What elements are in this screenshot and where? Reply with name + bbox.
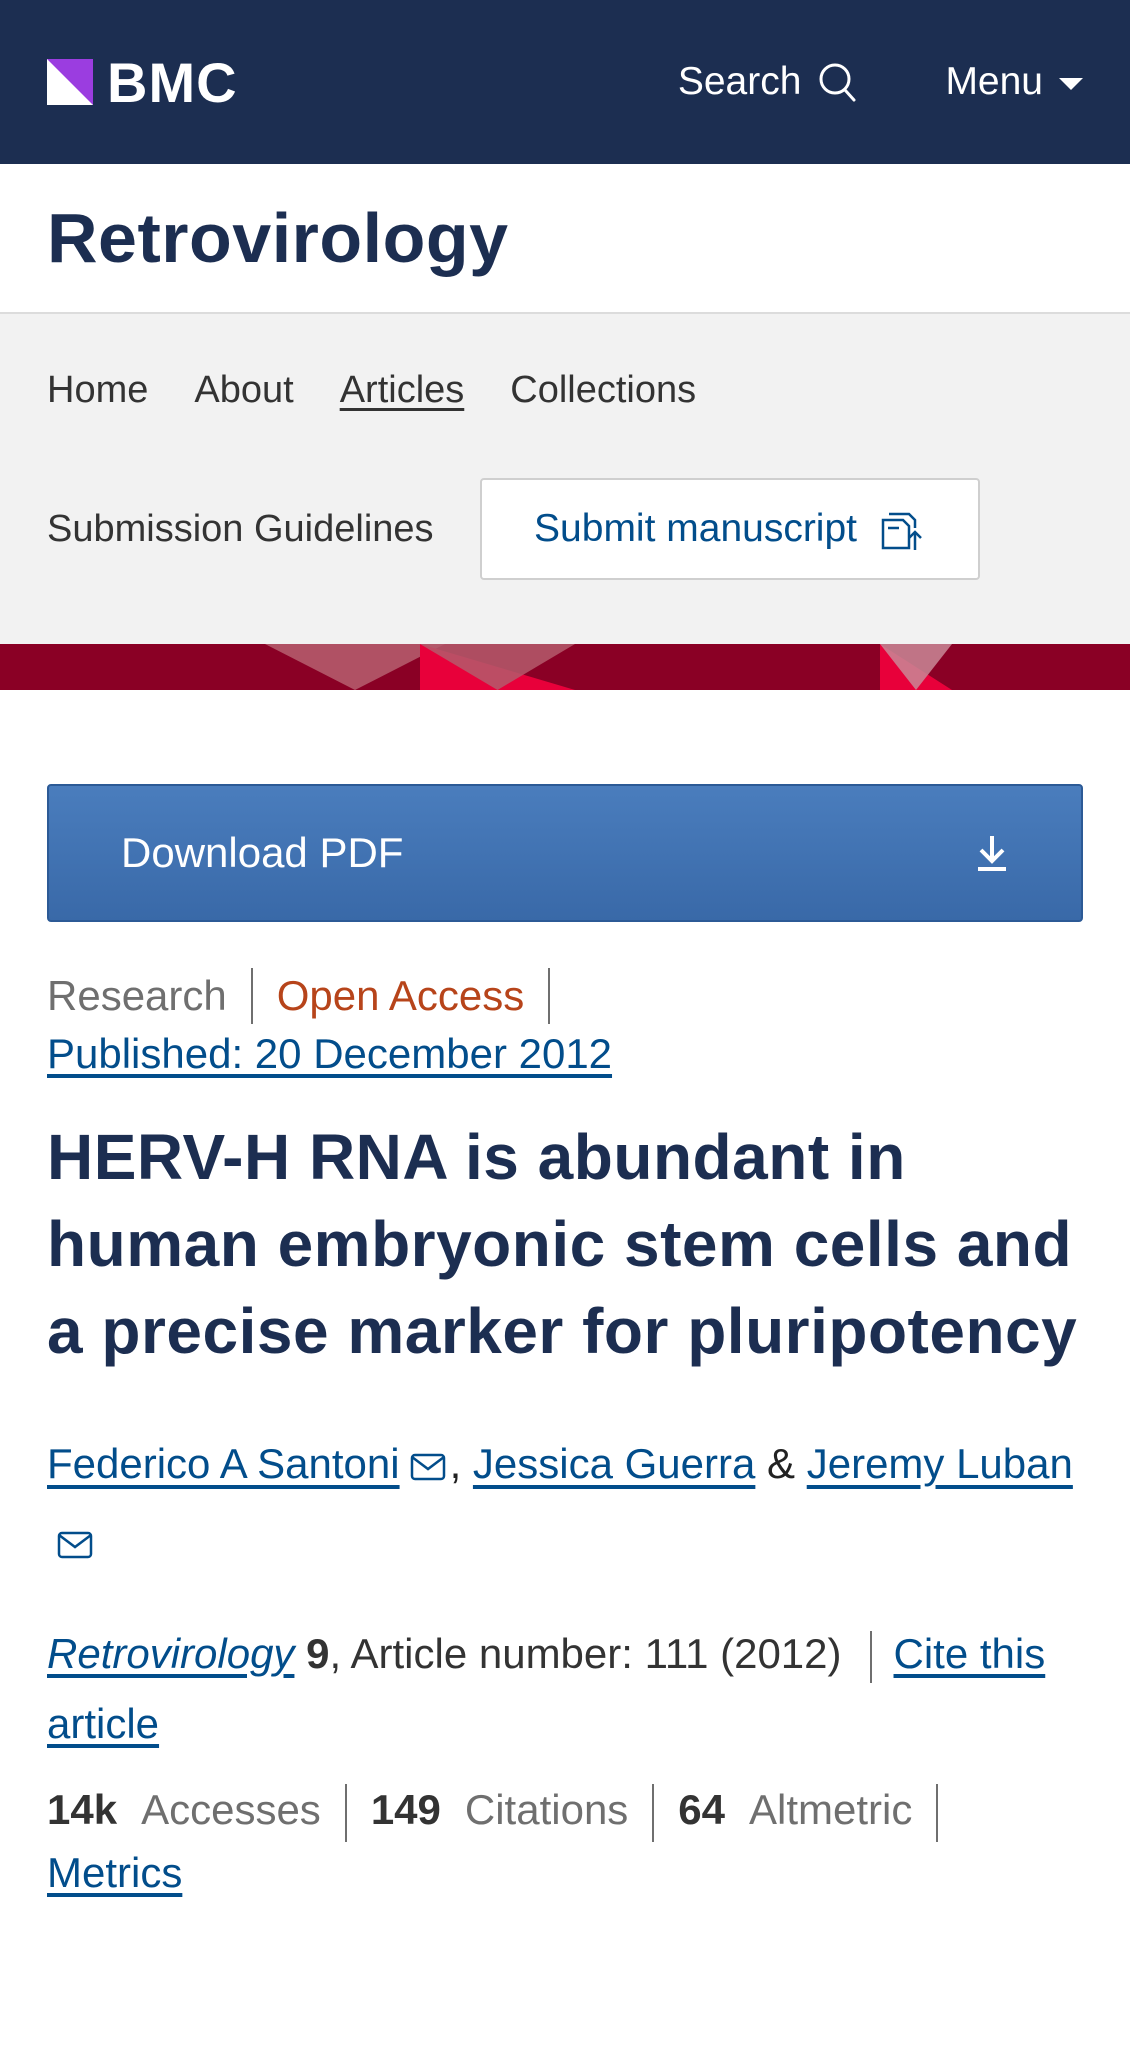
author-separator-and: & xyxy=(767,1440,796,1487)
divider xyxy=(344,1783,347,1842)
citations-count: 149 xyxy=(370,1786,441,1833)
published-date-link[interactable]: Published: 20 December 2012 xyxy=(47,1030,612,1078)
divider xyxy=(652,1783,655,1842)
volume-number: 9 xyxy=(306,1630,330,1677)
search-icon xyxy=(819,63,856,102)
accesses-count: 14k xyxy=(47,1786,118,1833)
altmetric-label: Altmetric xyxy=(749,1786,913,1833)
author-link-guerra[interactable]: Jessica Guerra xyxy=(473,1440,755,1487)
nav-item-articles[interactable]: Articles xyxy=(340,369,465,412)
article-type: Research xyxy=(47,968,253,1024)
divider xyxy=(869,1630,872,1683)
nav-primary: Home About Articles Collections xyxy=(47,352,1083,428)
article-metrics: 14k Accesses 149 Citations 64 Altmetric Metric… xyxy=(47,1779,1083,1904)
nav-item-submission-guidelines[interactable]: Submission Guidelines xyxy=(47,508,434,551)
author-separator-comma: , xyxy=(449,1440,462,1487)
journal-banner: Retrovirology xyxy=(0,164,1130,314)
logo-text: BMC xyxy=(107,50,238,114)
journal-nav: Home About Articles Collections Submissi… xyxy=(0,314,1130,644)
article-meta: Research Open Access xyxy=(47,968,1083,1024)
nav-item-home[interactable]: Home xyxy=(47,369,148,412)
email-icon[interactable] xyxy=(57,1531,93,1559)
author-link-luban[interactable]: Jeremy Luban xyxy=(807,1440,1073,1487)
download-pdf-button[interactable]: Download PDF xyxy=(47,784,1083,922)
divider xyxy=(936,1783,939,1842)
nav-item-about[interactable]: About xyxy=(194,369,293,412)
altmetric-score: 64 xyxy=(678,1786,726,1833)
article-number: , Article number: 111 (2012) xyxy=(329,1630,842,1677)
journal-link[interactable]: Retrovirology xyxy=(47,1630,294,1677)
bmc-logo[interactable]: BMC xyxy=(47,50,238,115)
search-button[interactable]: Search xyxy=(678,60,858,104)
site-header: BMC Search Menu xyxy=(0,0,1130,164)
menu-button[interactable]: Menu xyxy=(945,60,1083,104)
author-link-santoni[interactable]: Federico A Santoni xyxy=(47,1440,400,1487)
article-content: Download PDF Research Open Access Publis… xyxy=(0,784,1130,1904)
decorative-band xyxy=(0,644,1130,690)
submit-manuscript-label: Submit manuscript xyxy=(534,507,857,550)
citation-line: Retrovirology 9, Article number: 111 (20… xyxy=(47,1619,1083,1759)
open-access-badge: Open Access xyxy=(253,968,551,1024)
citations-label: Citations xyxy=(464,1786,629,1833)
bmc-logo-mark-icon xyxy=(47,59,93,105)
search-label: Search xyxy=(677,60,802,103)
nav-secondary: Submission Guidelines Submit manuscript xyxy=(47,478,1083,580)
email-icon[interactable] xyxy=(410,1453,446,1481)
author-list: Federico A Santoni, Jessica Guerra & Jer… xyxy=(47,1425,1083,1581)
accesses-label: Accesses xyxy=(141,1786,321,1833)
chevron-down-icon xyxy=(1059,78,1083,90)
metrics-link[interactable]: Metrics xyxy=(47,1849,182,1896)
nav-item-collections[interactable]: Collections xyxy=(510,369,696,412)
download-pdf-label: Download PDF xyxy=(121,829,404,876)
article-title: HERV-H RNA is abundant in human embryoni… xyxy=(47,1121,1078,1367)
journal-title[interactable]: Retrovirology xyxy=(47,198,509,278)
menu-label: Menu xyxy=(945,60,1043,103)
submit-document-icon xyxy=(881,512,922,550)
header-actions: Search Menu xyxy=(678,60,1083,104)
download-icon xyxy=(978,836,1006,871)
submit-manuscript-button[interactable]: Submit manuscript xyxy=(479,478,980,580)
